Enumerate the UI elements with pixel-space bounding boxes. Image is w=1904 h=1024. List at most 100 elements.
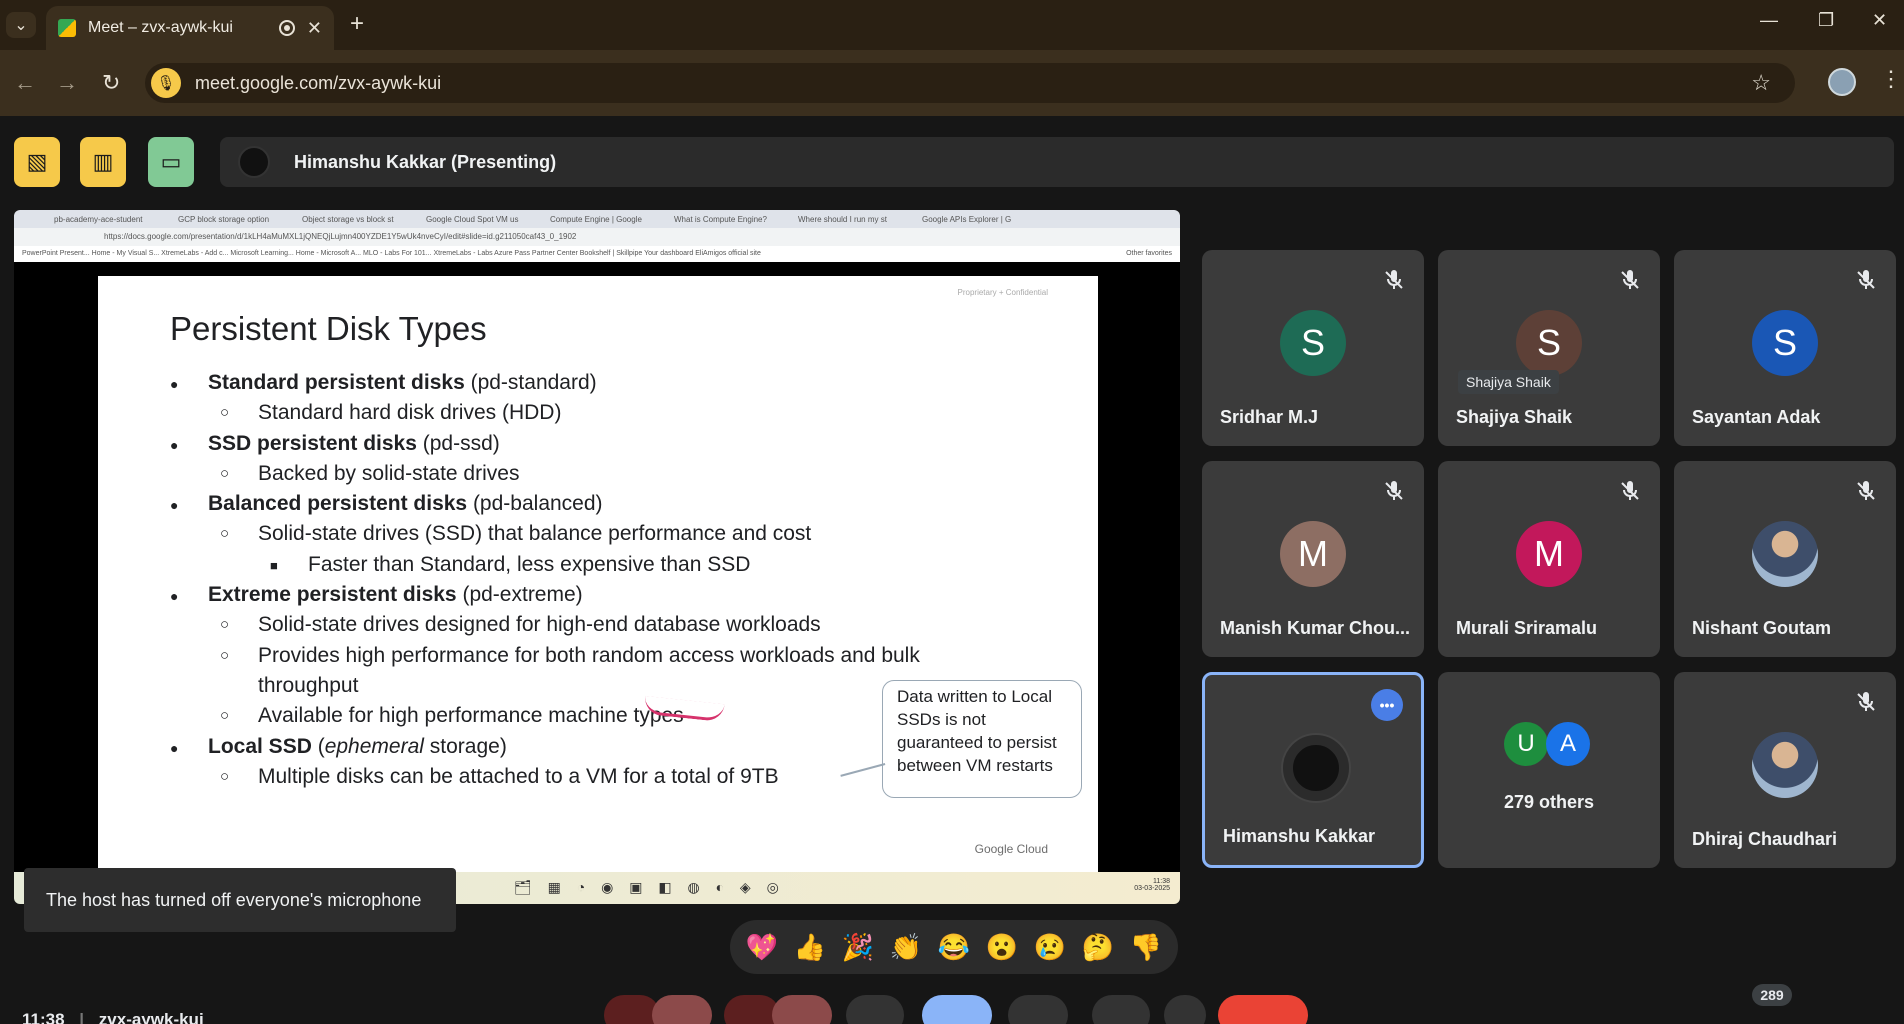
slide-bullet: Faster than Standard, less expensive tha…: [170, 550, 920, 582]
mic-off-icon: [1382, 479, 1406, 503]
participant-tile[interactable]: U A 279 others: [1438, 672, 1660, 868]
participant-tile[interactable]: Nishant Goutam: [1674, 461, 1896, 657]
browser-menu-icon[interactable]: ⋮: [1880, 66, 1902, 92]
slide-bullet-bold: Standard persistent disks: [208, 371, 465, 394]
camera-options-button[interactable]: [772, 995, 832, 1024]
url-text: meet.google.com/zvx-aywk-kui: [195, 72, 442, 93]
slide-bullets: Standard persistent disks (pd-standard)S…: [170, 368, 920, 792]
slide-bullet-text: Solid-state drives designed for high-end…: [258, 613, 821, 637]
recording-icon: [278, 20, 295, 36]
stop-presenting-icon[interactable]: ▧: [14, 137, 60, 187]
microphone-in-use-icon[interactable]: 🎙: [151, 68, 181, 98]
reaction-emoji[interactable]: 👏: [890, 932, 922, 963]
tab-title: Meet – zvx-aywk-kui: [88, 19, 233, 36]
mic-off-icon: [1618, 268, 1642, 292]
slide-bullet: Multiple disks can be attached to a VM f…: [170, 762, 920, 793]
slide-bullet-bold: Local SSD: [208, 734, 312, 758]
reaction-emoji[interactable]: 🎉: [842, 932, 874, 963]
participant-tile[interactable]: M Manish Kumar Chou...: [1202, 461, 1424, 657]
mic-options-button[interactable]: [652, 995, 712, 1024]
shared-tab: Google Cloud Spot VM us: [426, 214, 519, 224]
raise-hand-button[interactable]: [1092, 995, 1150, 1024]
slide-bullet-text: Solid-state drives (SSD) that balance pe…: [258, 522, 812, 546]
reaction-emoji[interactable]: 😂: [938, 932, 970, 963]
browser-tabstrip: ⌄ Meet – zvx-aywk-kui ✕ + — ❐ ✕: [0, 0, 1904, 50]
slide-bullet-text: (pd-extreme): [456, 583, 583, 607]
shared-address-bar: https://docs.google.com/presentation/d/1…: [14, 228, 1180, 246]
slide-bullet-text: (pd-ssd): [416, 431, 500, 455]
more-options-button[interactable]: [1164, 995, 1206, 1024]
shared-tab: Google APIs Explorer | G: [922, 214, 1012, 224]
present-button[interactable]: [922, 995, 992, 1024]
mic-off-toast: The host has turned off everyone's micro…: [24, 868, 456, 932]
avatar: S: [1280, 310, 1346, 376]
profile-avatar[interactable]: [1828, 68, 1856, 96]
reaction-emoji[interactable]: 😢: [1034, 932, 1066, 963]
leave-call-button[interactable]: [1218, 995, 1308, 1024]
reaction-emoji[interactable]: 😮: [986, 932, 1018, 963]
avatar: [1752, 732, 1818, 798]
reaction-button[interactable]: [1008, 995, 1068, 1024]
slide-bullet: Provides high performance for both rando…: [170, 641, 920, 672]
shared-screen: pb-academy-ace-student GCP block storage…: [14, 210, 1180, 904]
participant-tile[interactable]: S Sridhar M.J: [1202, 250, 1424, 446]
participant-tile[interactable]: Dhiraj Chaudhari: [1674, 672, 1896, 868]
avatar: A: [1546, 722, 1590, 766]
meet-window: ⌄ Meet – zvx-aywk-kui ✕ + — ❐ ✕ ← → ↻ 🎙 …: [0, 0, 1904, 1024]
slide-bullet-text: Standard hard disk drives (HDD): [258, 401, 562, 425]
avatar: [1752, 521, 1818, 587]
shared-tab: GCP block storage option: [178, 214, 270, 224]
tab-search-chevron-icon[interactable]: ⌄: [6, 12, 36, 38]
reaction-emoji[interactable]: 💖: [746, 932, 778, 963]
back-arrow-icon[interactable]: ←: [14, 70, 36, 96]
participant-name: Sayantan Adak: [1692, 407, 1821, 427]
address-bar[interactable]: 🎙 meet.google.com/zvx-aywk-kui ☆: [145, 63, 1795, 103]
slide-title: Persistent Disk Types: [170, 310, 487, 347]
slide-bullet: Available for high performance machine t…: [170, 701, 920, 732]
participant-tile[interactable]: S Shajiya Shaik Shajiya Shaik: [1438, 250, 1660, 446]
participant-name: Himanshu Kakkar: [1223, 826, 1376, 846]
slide-bullet-text: Multiple disks can be attached to a VM f…: [258, 764, 779, 788]
tab-close-icon[interactable]: ✕: [307, 18, 322, 39]
slide-bullet-bold: Balanced persistent disks: [208, 492, 468, 516]
mic-off-icon: [1618, 479, 1642, 503]
window-close-icon[interactable]: ✕: [1872, 10, 1887, 31]
presenter-label: Himanshu Kakkar (Presenting): [294, 151, 557, 172]
participant-name: 279 others: [1503, 792, 1595, 812]
slide-bullet-text: (pd-balanced): [467, 492, 603, 516]
shared-bookmarks-bar: PowerPoint Present... Home - My Visual S…: [14, 246, 1180, 262]
meeting-code: zvx-aywk-kui: [98, 1010, 204, 1024]
participant-tile[interactable]: ••• Himanshu Kakkar: [1202, 672, 1424, 868]
mic-off-icon: [1382, 268, 1406, 292]
participant-count-badge: 289: [1752, 984, 1792, 1006]
captions-button[interactable]: [846, 995, 904, 1024]
slide: Proprietary + Confidential Persistent Di…: [98, 276, 1098, 880]
browser-tab-meet[interactable]: Meet – zvx-aywk-kui ✕: [46, 6, 334, 50]
reaction-emoji[interactable]: 👍: [794, 932, 826, 963]
reaction-emoji[interactable]: 👎: [1130, 932, 1162, 963]
minimize-icon[interactable]: —: [1760, 10, 1778, 31]
slide-bullet: throughput: [170, 671, 920, 701]
participant-tile[interactable]: S Sayantan Adak: [1674, 250, 1896, 446]
participant-tile[interactable]: M Murali Sriramalu: [1438, 461, 1660, 657]
bookmark-star-icon[interactable]: ☆: [1751, 70, 1771, 96]
participant-name: Murali Sriramalu: [1456, 618, 1598, 638]
slide-bullet-text: Backed by solid-state drives: [258, 461, 520, 485]
slide-callout: Data written to Local SSDs is not guaran…: [882, 680, 1082, 798]
slide-bullet: Standard hard disk drives (HDD): [170, 398, 920, 429]
avatar: M: [1280, 521, 1346, 587]
slide-bullet: Standard persistent disks (pd-standard): [170, 368, 920, 400]
restore-icon[interactable]: ❐: [1818, 10, 1834, 31]
reaction-emoji[interactable]: 🤔: [1082, 932, 1114, 963]
new-tab-plus-icon[interactable]: +: [350, 10, 364, 38]
participant-name: Shajiya Shaik: [1456, 407, 1573, 427]
more-options-icon[interactable]: •••: [1371, 689, 1403, 721]
shared-other-favorites: Other favorites: [1126, 250, 1172, 257]
slide-bullet-text: (pd-standard): [464, 371, 597, 394]
avatar: M: [1516, 521, 1582, 587]
layout-icon[interactable]: ▥: [80, 137, 126, 187]
reload-icon[interactable]: ↻: [102, 70, 120, 96]
avatar: S: [1516, 310, 1582, 376]
forward-arrow-icon[interactable]: →: [56, 70, 78, 96]
devices-icon[interactable]: ▭: [148, 137, 194, 187]
